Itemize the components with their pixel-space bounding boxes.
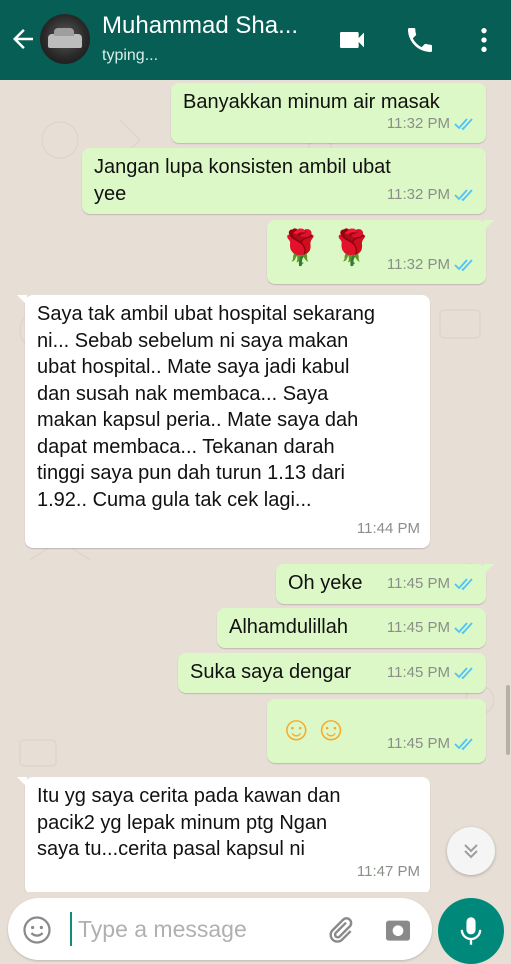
double-check-read-icon bbox=[454, 118, 473, 131]
rose-emoji-message: 🌹 🌹 bbox=[279, 229, 374, 267]
message-time: 11:45 PM bbox=[386, 663, 450, 681]
message-text: Alhamdulillah bbox=[229, 616, 348, 638]
message-incoming[interactable]: Itu yg saya cerita pada kawan dan pacik2… bbox=[17, 777, 430, 892]
message-meta: 11:45 PM bbox=[387, 731, 476, 758]
message-time: 11:32 PM bbox=[386, 255, 450, 273]
chat-messages-area[interactable]: Banyakkan minum air masak 11:32 PM Janga… bbox=[0, 80, 511, 892]
message-input[interactable] bbox=[70, 912, 310, 946]
camera-icon[interactable] bbox=[382, 914, 414, 946]
more-options-icon[interactable] bbox=[468, 24, 500, 56]
message-meta: 11:45 PM bbox=[387, 571, 476, 598]
message-text: Jangan lupa konsisten ambil ubat yee bbox=[94, 156, 391, 205]
double-check-read-icon bbox=[454, 259, 473, 272]
chat-header: Muhammad Sha... typing... bbox=[0, 0, 511, 80]
emoji-icon[interactable] bbox=[22, 915, 52, 945]
message-text: Suka saya dengar bbox=[190, 661, 352, 683]
message-outgoing[interactable]: ☺☺ 11:45 PM bbox=[267, 699, 486, 763]
microphone-icon bbox=[460, 917, 482, 945]
car-image bbox=[48, 28, 82, 48]
double-chevron-down-icon bbox=[464, 844, 478, 859]
chat-scrollbar[interactable] bbox=[506, 685, 510, 755]
contact-avatar[interactable] bbox=[40, 14, 90, 64]
message-time: 11:32 PM bbox=[386, 114, 450, 132]
message-text: Oh yeke bbox=[288, 572, 363, 594]
double-check-read-icon bbox=[454, 667, 473, 680]
contact-status: typing... bbox=[102, 47, 159, 64]
message-meta: 11:32 PM bbox=[387, 182, 476, 209]
message-meta: 11:45 PM bbox=[387, 660, 476, 687]
message-time: 11:45 PM bbox=[386, 618, 450, 636]
message-outgoing[interactable]: Oh yeke 11:45 PM bbox=[276, 564, 494, 604]
contact-name[interactable]: Muhammad Sha... bbox=[102, 12, 317, 40]
message-incoming[interactable]: Saya tak ambil ubat hospital sekarang ni… bbox=[17, 295, 430, 548]
message-time: 11:45 PM bbox=[386, 574, 450, 592]
phone-icon[interactable] bbox=[404, 24, 436, 56]
message-time: 11:47 PM bbox=[356, 862, 420, 880]
message-meta: 11:32 PM bbox=[387, 111, 476, 138]
message-outgoing[interactable]: Banyakkan minum air masak 11:32 PM bbox=[171, 83, 486, 143]
video-call-icon[interactable] bbox=[336, 24, 368, 56]
message-outgoing[interactable]: 🌹 🌹 11:32 PM bbox=[267, 220, 494, 284]
double-check-read-icon bbox=[454, 622, 473, 635]
message-text: Saya tak ambil ubat hospital sekarang ni… bbox=[37, 303, 375, 511]
back-arrow-icon[interactable] bbox=[8, 24, 38, 54]
message-time: 11:45 PM bbox=[386, 734, 450, 752]
double-check-read-icon bbox=[454, 189, 473, 202]
message-meta: 11:45 PM bbox=[387, 615, 476, 642]
message-outgoing[interactable]: Suka saya dengar 11:45 PM bbox=[178, 653, 486, 693]
message-outgoing[interactable]: Alhamdulillah 11:45 PM bbox=[217, 608, 486, 648]
message-time: 11:44 PM bbox=[356, 519, 420, 537]
scroll-to-bottom-button[interactable] bbox=[447, 827, 495, 875]
double-check-read-icon bbox=[454, 738, 473, 751]
message-composer bbox=[8, 898, 432, 960]
message-text: Itu yg saya cerita pada kawan dan pacik2… bbox=[37, 785, 341, 860]
message-meta: 11:47 PM bbox=[357, 859, 420, 886]
message-outgoing[interactable]: Jangan lupa konsisten ambil ubat yee 11:… bbox=[82, 148, 486, 214]
voice-message-button[interactable] bbox=[438, 898, 504, 964]
paperclip-icon[interactable] bbox=[324, 914, 356, 946]
message-meta: 11:32 PM bbox=[387, 252, 476, 279]
double-check-read-icon bbox=[454, 578, 473, 591]
message-meta: 11:44 PM bbox=[357, 516, 420, 543]
smiling-emoji-message: ☺☺ bbox=[279, 710, 349, 748]
message-time: 11:32 PM bbox=[386, 185, 450, 203]
